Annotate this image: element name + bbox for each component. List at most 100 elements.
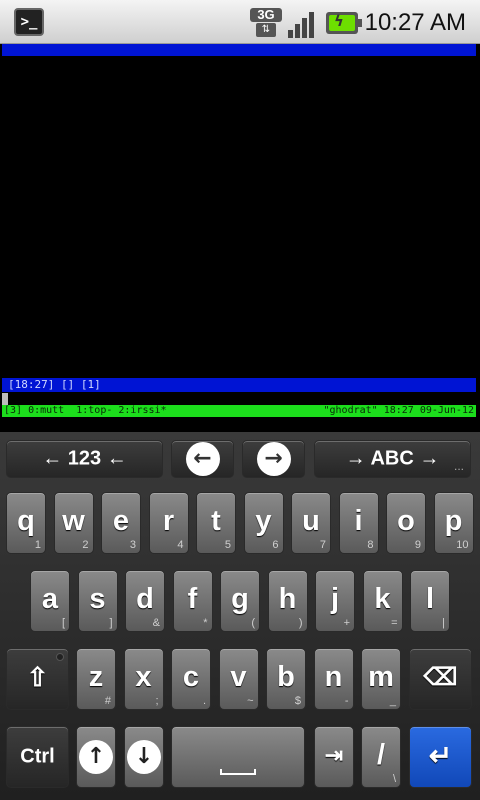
key-sub-label: ; <box>155 695 159 707</box>
key-o[interactable]: o9 <box>386 492 426 554</box>
key-t[interactable]: t5 <box>196 492 236 554</box>
network-type-label: 3G <box>250 8 282 22</box>
key-sub-label: 3 <box>129 539 136 551</box>
key-label: f <box>187 582 198 615</box>
slash-key[interactable]: / \ <box>361 726 401 788</box>
key-sub-label: . <box>202 695 206 707</box>
enter-key[interactable]: ↵ <box>409 726 472 788</box>
key-d[interactable]: d & <box>125 570 165 632</box>
key-i[interactable]: i8 <box>338 492 379 554</box>
key-v[interactable]: v ~ <box>218 648 259 710</box>
screen-host-info: "ghodrat" 18:27 09-Jun-12 <box>323 405 474 416</box>
key-n[interactable]: n- <box>313 648 354 710</box>
key-label: p <box>444 504 463 537</box>
charging-bolt-icon: ϟ <box>334 12 344 30</box>
space-icon <box>220 769 256 775</box>
key-label: q <box>17 504 35 537</box>
key-label: u <box>302 504 320 537</box>
key-f[interactable]: f * <box>172 570 213 632</box>
key-sub-label: _ <box>389 695 396 707</box>
key-a[interactable]: a[ <box>30 570 70 632</box>
tab-icon: ⇥ <box>324 742 344 768</box>
key-z[interactable]: z # <box>76 648 116 710</box>
key-label: x <box>135 660 152 693</box>
key-label: b <box>277 660 295 693</box>
data-arrows-icon: ⇅ <box>256 23 276 37</box>
arrow-left-icon: ← <box>185 442 220 476</box>
cursor-right-key[interactable]: → <box>242 440 305 478</box>
key-x[interactable]: x; <box>123 648 164 710</box>
key-g[interactable]: g( <box>220 570 260 632</box>
shift-icon: ⇧ <box>26 661 49 692</box>
key-label: c <box>182 660 200 693</box>
key-sub-label: ~ <box>247 695 254 707</box>
key-sub-label: $ <box>294 695 301 707</box>
more-dots: ... <box>453 459 464 473</box>
battery-charging-icon: ϟ <box>326 12 362 34</box>
key-label: z <box>88 660 104 693</box>
key-sub-label: 1 <box>34 539 41 551</box>
key-label: g <box>231 582 249 615</box>
key-label: o <box>397 504 415 537</box>
key-e[interactable]: e3 <box>101 492 141 554</box>
clock: 10:27 AM <box>364 9 466 36</box>
enter-icon: ↵ <box>428 739 453 771</box>
key-label: l <box>425 582 435 615</box>
ctrl-label: Ctrl <box>20 745 55 768</box>
key-label: m <box>368 660 394 693</box>
key-r[interactable]: r4 <box>148 492 189 554</box>
key-sub-label: 10 <box>456 539 469 551</box>
key-sub-label: 6 <box>272 539 279 551</box>
tab-key[interactable]: ⇥ <box>314 726 354 788</box>
key-label: w <box>62 504 85 537</box>
screen-window-bar: [3] 0:mutt 1:top- 2:irssi* "ghodrat" 18:… <box>2 405 476 417</box>
key-label: y <box>255 504 272 537</box>
terminal-screen[interactable]: [18:27] [] [1] [3] 0:mutt 1:top- 2:irssi… <box>0 44 480 420</box>
key-sub-label: - <box>344 695 349 707</box>
key-label: t <box>211 504 221 537</box>
key-k[interactable]: k = <box>362 570 403 632</box>
key-label: n <box>324 660 343 693</box>
ctrl-key[interactable]: Ctrl <box>6 726 69 788</box>
key-b[interactable]: b $ <box>266 648 306 710</box>
key-sub-label: * <box>203 617 208 629</box>
key-q[interactable]: q1 <box>6 492 46 554</box>
arrow-right-icon: → <box>256 442 291 476</box>
shift-key[interactable]: ⇧ <box>6 648 69 710</box>
key-j[interactable]: j + <box>315 570 355 632</box>
key-label: e <box>112 504 130 537</box>
key-c[interactable]: c. <box>171 648 211 710</box>
key-label: r <box>162 504 175 537</box>
key-m[interactable]: m _ <box>361 648 401 710</box>
key-h[interactable]: h) <box>267 570 308 632</box>
key-s[interactable]: s] <box>77 570 118 632</box>
alpha-mode-key[interactable]: → ABC → ... <box>314 440 471 478</box>
key-w[interactable]: w2 <box>53 492 94 554</box>
key-label: k <box>374 582 391 615</box>
key-u[interactable]: u7 <box>291 492 331 554</box>
backspace-icon: ⌫ <box>423 664 458 692</box>
arrow-up-key[interactable]: ↑ <box>76 726 116 788</box>
key-sub-label: ] <box>109 617 113 629</box>
space-key[interactable] <box>171 726 305 788</box>
terminal-title-bar <box>2 44 476 56</box>
key-l[interactable]: l | <box>410 570 450 632</box>
cursor-left-key[interactable]: ← <box>171 440 234 478</box>
key-p[interactable]: p 10 <box>433 492 474 554</box>
key-y[interactable]: y6 <box>243 492 284 554</box>
key-sub-label: 7 <box>319 539 326 551</box>
key-label: s <box>89 582 106 615</box>
key-sub-label: 8 <box>367 539 374 551</box>
key-sub-label: = <box>391 617 398 629</box>
numeric-mode-key[interactable]: ← 123 ← <box>6 440 163 478</box>
terminal-app-icon: >_ <box>14 8 44 36</box>
key-sub-label: & <box>152 617 160 629</box>
key-sub-label: ) <box>298 617 303 629</box>
backspace-key[interactable]: ⌫ <box>409 648 472 710</box>
key-label: i <box>354 504 363 537</box>
arrow-down-icon: ↓ <box>127 740 161 774</box>
status-bar: >_ 3G ⇅ ϟ 10:27 AM <box>0 0 480 44</box>
key-sub-label: 5 <box>224 539 231 551</box>
arrow-down-key[interactable]: ↓ <box>124 726 164 788</box>
key-label: a <box>41 582 59 615</box>
